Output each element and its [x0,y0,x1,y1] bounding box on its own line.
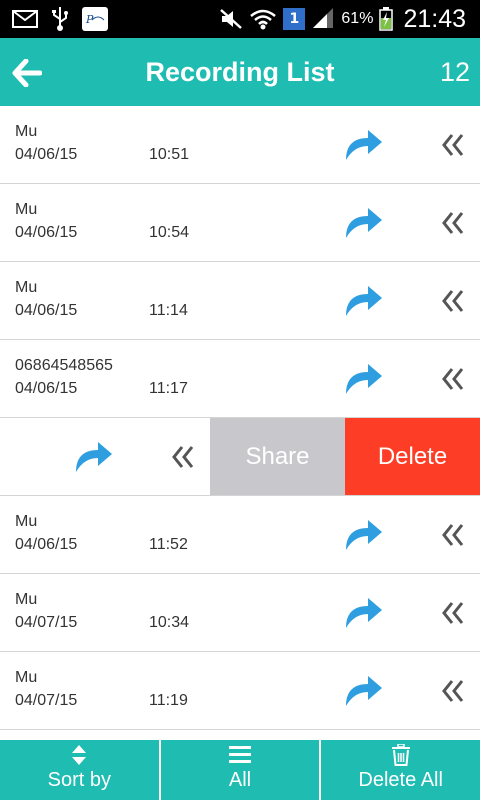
recording-time: 11:17 [149,380,188,397]
share-icon[interactable] [342,594,386,630]
recording-time: 10:54 [149,224,190,241]
share-icon[interactable] [342,360,386,396]
sort-icon [70,744,88,772]
contact-name: Mu [15,123,38,140]
share-icon[interactable] [342,126,386,162]
menu-icon [228,744,252,770]
recording-time: 11:14 [149,302,188,319]
page-title: Recording List [145,56,335,87]
share-icon[interactable] [342,672,386,708]
sort-by-label: Sort by [47,769,112,791]
recording-date: 04/06/15 [15,380,78,397]
recording-time: 10:51 [149,146,190,163]
list-item[interactable]: 06864548565 04/06/15 11:17 [0,340,480,418]
list-item[interactable]: Mu 04/06/15 10:51 [0,106,480,184]
list-item[interactable]: Mu 04/07/15 11:19 [0,652,480,730]
contact-name: Mu [15,669,38,686]
share-icon[interactable] [342,204,386,240]
recording-date: 04/07/15 [15,614,78,631]
mail-icon [12,10,38,28]
chevron-double-left-icon[interactable] [438,365,470,393]
wifi-icon [249,8,277,30]
recording-list: Mu 04/06/15 10:51 Mu 04/06/15 10:54 Mu 0… [0,106,480,730]
share-icon[interactable] [342,516,386,552]
recording-date: 04/06/15 [15,224,78,241]
mute-icon [219,8,243,30]
clock: 21:43 [403,4,466,33]
sort-by-button[interactable]: Sort by [0,740,159,800]
contact-name: Mu [15,513,38,530]
swipe-delete-button[interactable]: Delete [345,418,480,495]
notification-badge: 1 [283,8,306,30]
contact-name: Mu [15,201,38,218]
usb-icon [52,7,68,31]
app-logo-icon: P [82,7,108,31]
chevron-double-left-icon[interactable] [168,443,200,471]
delete-all-button[interactable]: Delete All [319,740,480,800]
recording-date: 04/07/15 [15,692,78,709]
recording-time: 11:52 [149,536,188,553]
bottom-toolbar: Sort by All Delete All [0,740,480,800]
recording-date: 04/06/15 [15,146,78,163]
signal-icon [311,8,335,30]
recording-time: 11:19 [149,692,188,709]
chevron-double-left-icon[interactable] [438,209,470,237]
share-icon[interactable] [342,282,386,318]
list-item[interactable]: Mu 04/06/15 11:14 [0,262,480,340]
list-item-swiped[interactable]: Share Delete [0,418,480,496]
delete-all-label: Delete All [358,769,443,791]
chevron-double-left-icon[interactable] [438,287,470,315]
chevron-double-left-icon[interactable] [438,599,470,627]
contact-name: 06864548565 [15,357,113,374]
trash-icon [391,743,411,772]
battery-percent: 61% [341,10,374,27]
app-header: Recording List 12 [0,38,480,106]
contact-name: Mu [15,279,38,296]
all-label: All [228,769,252,791]
recording-date: 04/06/15 [15,536,78,553]
recording-count: 12 [439,56,470,87]
battery-charging-icon [379,7,394,31]
swipe-share-button[interactable]: Share [210,418,345,495]
chevron-double-left-icon[interactable] [438,521,470,549]
list-item[interactable]: Mu 04/07/15 10:34 [0,574,480,652]
recording-date: 04/06/15 [15,302,78,319]
chevron-double-left-icon[interactable] [438,131,470,159]
recording-time: 10:34 [149,614,190,631]
chevron-double-left-icon[interactable] [438,677,470,705]
list-item[interactable]: Mu 04/06/15 11:52 [0,496,480,574]
list-item[interactable]: Mu 04/06/15 10:54 [0,184,480,262]
status-bar: P 1 61% 21:43 [0,0,480,38]
all-button[interactable]: All [158,740,320,800]
share-icon[interactable] [72,438,116,474]
contact-name: Mu [15,591,38,608]
